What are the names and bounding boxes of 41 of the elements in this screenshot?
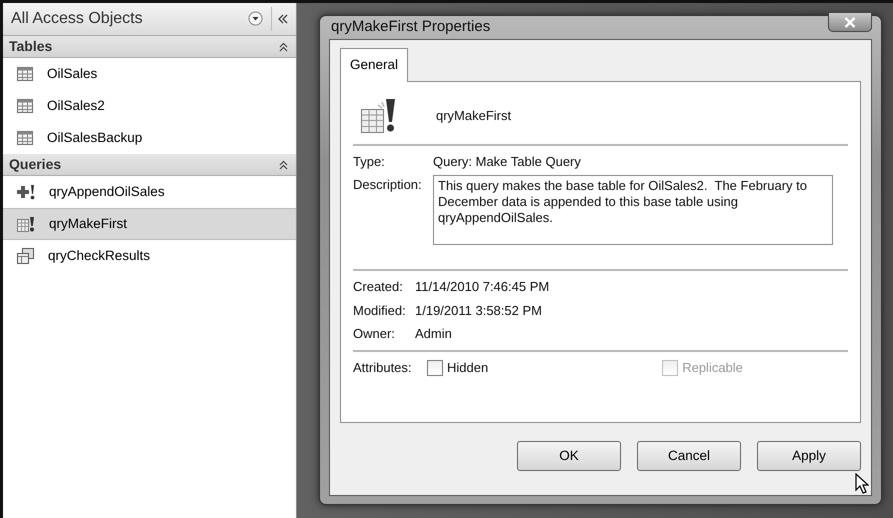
field-value: Admin [415,325,452,344]
group-title: Tables [9,37,52,56]
object-name: qryMakeFirst [436,107,512,125]
field-label: Type: [353,152,386,171]
nav-item[interactable]: qryAppendOilSales [3,176,296,208]
field-value: Query: Make Table Query [433,152,581,171]
nav-item[interactable]: OilSales2 [3,90,296,122]
field-value: 1/19/2011 3:58:52 PM [415,302,542,320]
tab[interactable]: General [340,48,408,82]
nav-item[interactable]: qryMakeFirst [3,208,296,240]
close-icon [844,16,856,28]
nav-item[interactable]: qryCheckResults [3,240,296,272]
field-label: Modified: [353,302,407,320]
window-title: qryMakeFirst Properties [331,17,490,37]
table-icon [17,99,33,113]
nav-item[interactable]: OilSalesBackup [3,122,296,154]
nav-item[interactable]: OilSales [3,58,296,90]
table-icon [17,131,33,145]
table-exclamation-icon [361,98,397,134]
description-field[interactable]: This query makes the base table for OilSales2. The February to December data is appended to this base table using qryAppendOilSales. [433,175,833,246]
group-header[interactable]: Tables [3,36,296,58]
checkbox[interactable]: Hidden [427,358,488,378]
field-label: Created: [353,278,404,296]
table-exclamation-icon [17,216,35,232]
field-label: Attributes: [353,358,413,377]
group-title: Queries [9,155,62,174]
collapse-pane-icon[interactable] [271,7,288,31]
table-icon [17,67,33,81]
pane-title: All Access Objects [11,9,144,29]
dialog-button[interactable]: Cancel [637,440,741,471]
plus-exclamation-icon [17,184,35,200]
field-value: 11/14/2010 7:46:45 PM [415,278,550,296]
dialog-button[interactable]: Apply [757,440,861,471]
dialog-button[interactable]: OK [517,440,621,471]
close-button[interactable] [828,12,872,32]
checkbox: Replicable [662,358,743,378]
field-label: Owner: [353,325,396,344]
field-label: Description: [353,176,423,194]
group-header[interactable]: Queries [3,154,296,176]
query-windows-icon [17,248,34,264]
cursor-icon [855,472,869,494]
